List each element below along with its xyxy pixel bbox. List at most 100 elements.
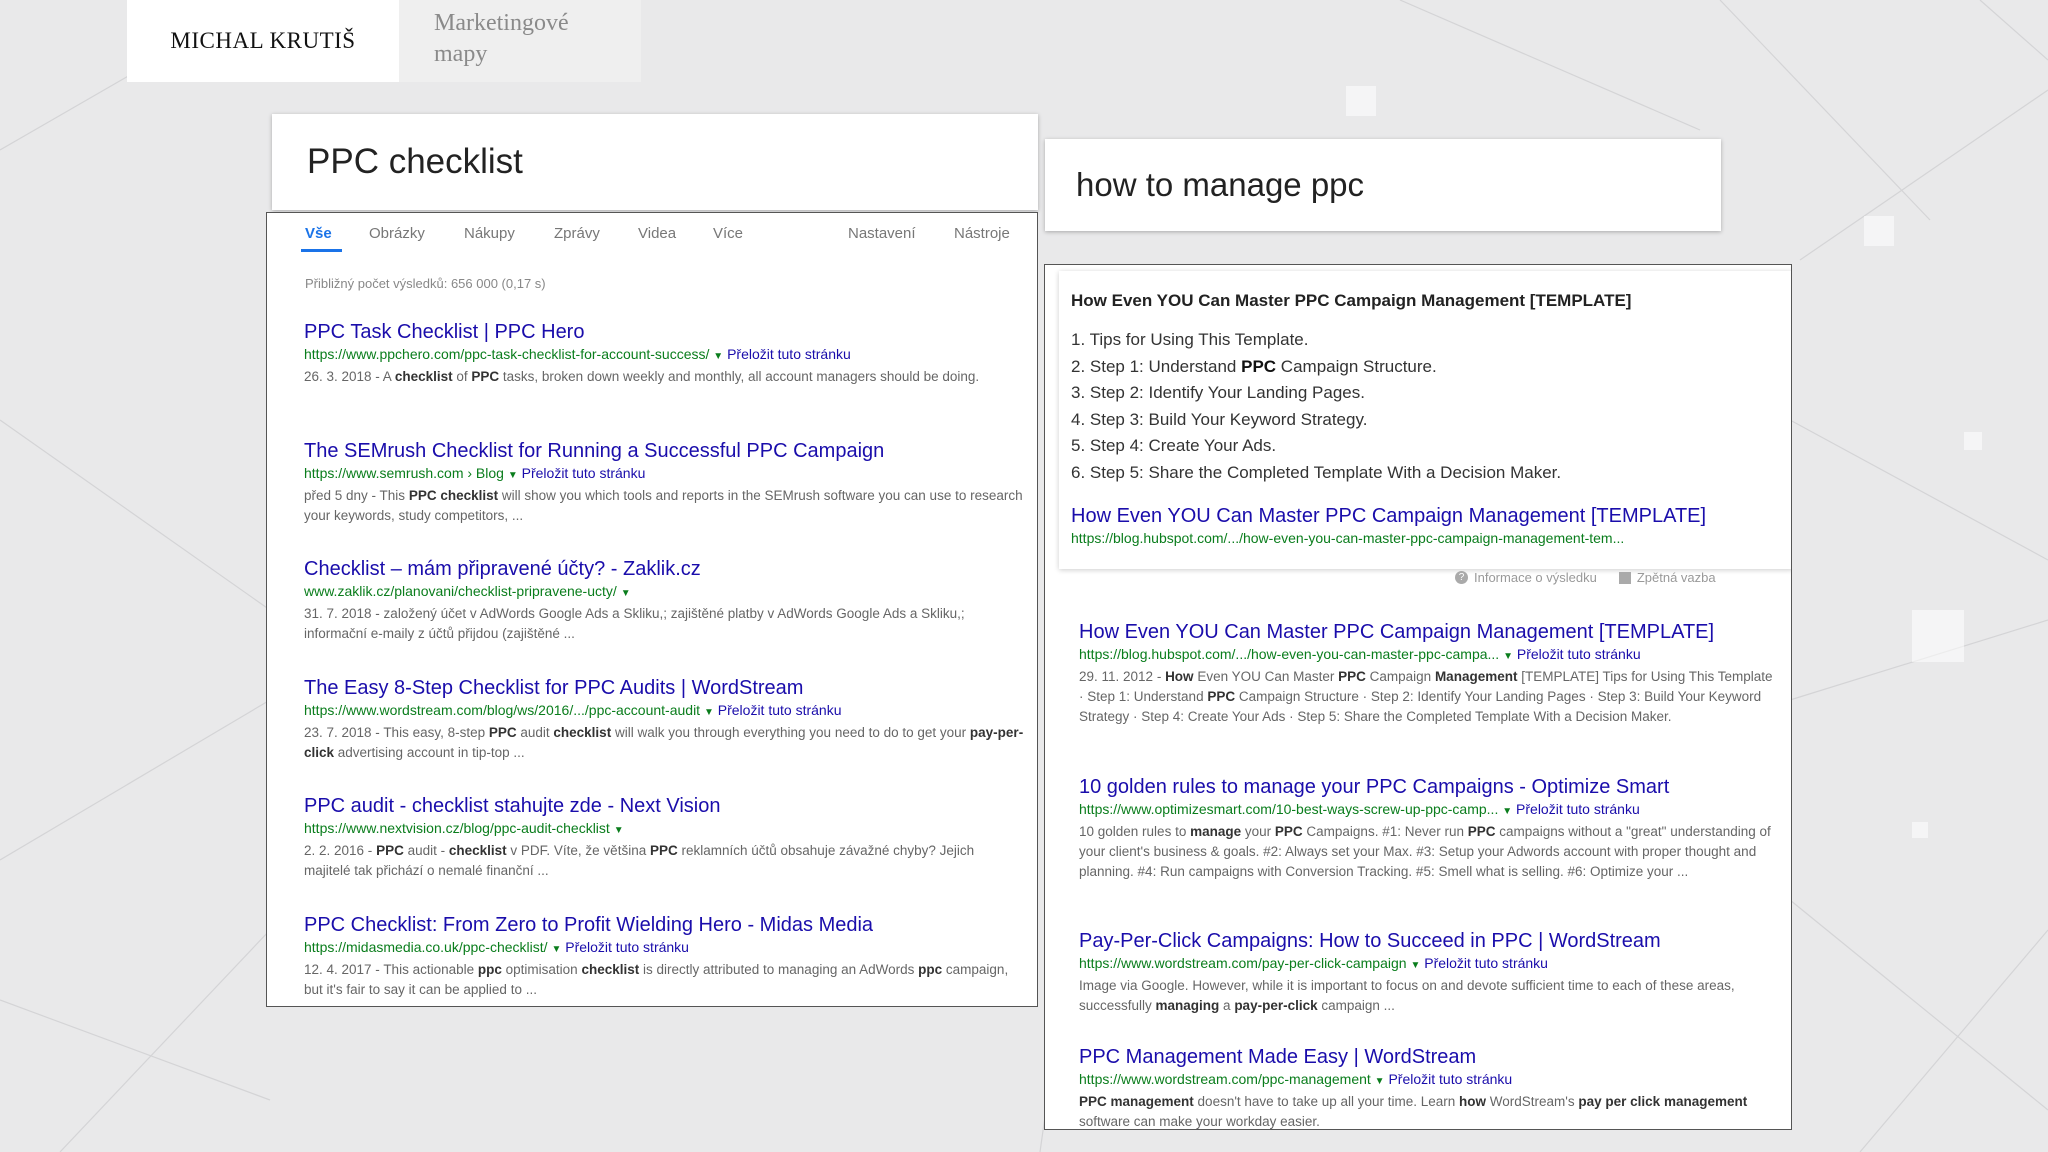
result-url[interactable]: www.zaklik.cz/planovani/checklist-pripra… xyxy=(304,583,617,599)
dropdown-arrow-icon[interactable]: ▼ xyxy=(1503,651,1513,662)
feedback-link[interactable]: Zpětná vazba xyxy=(1637,570,1716,585)
search-result: PPC Checklist: From Zero to Profit Wield… xyxy=(304,913,1024,1000)
section-tab[interactable]: Marketingové mapy xyxy=(399,0,641,82)
help-icon: ? xyxy=(1455,571,1468,585)
tab-shopping[interactable]: Nákupy xyxy=(464,225,515,242)
tab-all[interactable]: Vše xyxy=(301,225,342,252)
right-search-query: how to manage ppc xyxy=(1076,166,1365,203)
result-url[interactable]: https://www.wordstream.com/ppc-managemen… xyxy=(1079,1071,1371,1087)
result-title[interactable]: PPC Checklist: From Zero to Profit Wield… xyxy=(304,913,1024,937)
translate-link[interactable]: Přeložit tuto stránku xyxy=(1424,955,1548,971)
result-url[interactable]: https://www.semrush.com › Blog xyxy=(304,465,504,481)
tab-settings[interactable]: Nastavení xyxy=(848,225,916,242)
snippet-step: 3. Step 2: Identify Your Landing Pages. xyxy=(1071,383,1365,402)
result-snippet: PPC management doesn't have to take up a… xyxy=(1079,1094,1748,1129)
tab-images[interactable]: Obrázky xyxy=(369,225,425,242)
result-snippet: 2. 2. 2016 - PPC audit - checklist v PDF… xyxy=(304,843,975,878)
featured-snippet-url[interactable]: https://blog.hubspot.com/.../how-even-yo… xyxy=(1071,530,1791,546)
search-result: The SEMrush Checklist for Running a Succ… xyxy=(304,439,1024,526)
result-url-row: https://www.optimizesmart.com/10-best-wa… xyxy=(1079,799,1779,822)
dropdown-arrow-icon[interactable]: ▼ xyxy=(1410,960,1420,971)
snippet-feedback-bar: ? Informace o výsledku Zpětná vazba xyxy=(1455,569,1716,585)
tab-tools[interactable]: Nástroje xyxy=(954,225,1010,242)
result-url-row: https://www.wordstream.com/blog/ws/2016/… xyxy=(304,700,1024,723)
result-snippet: 10 golden rules to manage your PPC Campa… xyxy=(1079,824,1771,879)
dropdown-arrow-icon[interactable]: ▼ xyxy=(614,825,624,836)
author-name: MICHAL KRUTIŠ xyxy=(170,28,356,53)
result-snippet: Image via Google. However, while it is i… xyxy=(1079,978,1735,1013)
tab-videos[interactable]: Videa xyxy=(638,225,676,242)
search-result: PPC audit - checklist stahujte zde - Nex… xyxy=(304,794,1024,881)
right-results-panel: How Even YOU Can Master PPC Campaign Man… xyxy=(1044,264,1792,1130)
translate-link[interactable]: Přeložit tuto stránku xyxy=(565,939,689,955)
dropdown-arrow-icon[interactable]: ▼ xyxy=(713,351,723,362)
left-results-panel: Vše Obrázky Nákupy Zprávy Videa Více Nas… xyxy=(266,212,1038,1007)
flag-icon xyxy=(1618,571,1631,584)
search-result: 10 golden rules to manage your PPC Campa… xyxy=(1079,775,1779,882)
tab-news[interactable]: Zprávy xyxy=(554,225,600,242)
result-title[interactable]: The Easy 8-Step Checklist for PPC Audits… xyxy=(304,676,1024,700)
dropdown-arrow-icon[interactable]: ▼ xyxy=(1502,806,1512,817)
result-url-row: www.zaklik.cz/planovani/checklist-pripra… xyxy=(304,581,1024,604)
left-search-query: PPC checklist xyxy=(307,142,523,181)
result-url-row: https://www.wordstream.com/ppc-managemen… xyxy=(1079,1069,1779,1092)
snippet-step: 5. Step 4: Create Your Ads. xyxy=(1071,436,1277,455)
result-url-row: https://www.wordstream.com/pay-per-click… xyxy=(1079,953,1779,976)
result-snippet: před 5 dny - This PPC checklist will sho… xyxy=(304,488,1023,523)
result-url-row: https://www.nextvision.cz/blog/ppc-audit… xyxy=(304,818,1024,841)
search-result: Checklist – mám připravené účty? - Zakli… xyxy=(304,557,1024,644)
dropdown-arrow-icon[interactable]: ▼ xyxy=(704,707,714,718)
translate-link[interactable]: Přeložit tuto stránku xyxy=(1388,1071,1512,1087)
result-info-link[interactable]: Informace o výsledku xyxy=(1474,570,1597,585)
result-title[interactable]: 10 golden rules to manage your PPC Campa… xyxy=(1079,775,1779,799)
dropdown-arrow-icon[interactable]: ▼ xyxy=(508,470,518,481)
result-snippet: 23. 7. 2018 - This easy, 8-step PPC audi… xyxy=(304,725,1024,760)
author-tab[interactable]: MICHAL KRUTIŠ xyxy=(127,0,399,82)
tab-more[interactable]: Více xyxy=(713,225,743,242)
snippet-step: 6. Step 5: Share the Completed Template … xyxy=(1071,462,1562,482)
result-url[interactable]: https://www.wordstream.com/pay-per-click… xyxy=(1079,955,1407,971)
search-result: PPC Management Made Easy | WordStream htt… xyxy=(1079,1045,1779,1129)
result-url-row: https://midasmedia.co.uk/ppc-checklist/ … xyxy=(304,937,1024,960)
search-result: How Even YOU Can Master PPC Campaign Man… xyxy=(1079,620,1779,727)
left-search-query-box[interactable]: PPC checklist xyxy=(272,114,1038,210)
translate-link[interactable]: Přeložit tuto stránku xyxy=(1516,801,1640,817)
search-result: PPC Task Checklist | PPC Hero https://www… xyxy=(304,320,1024,387)
translate-link[interactable]: Přeložit tuto stránku xyxy=(522,465,646,481)
result-url[interactable]: https://www.optimizesmart.com/10-best-wa… xyxy=(1079,801,1498,817)
result-title[interactable]: PPC Task Checklist | PPC Hero xyxy=(304,320,1024,344)
featured-snippet-link[interactable]: How Even YOU Can Master PPC Campaign Man… xyxy=(1071,505,1791,528)
result-title[interactable]: Pay-Per-Click Campaigns: How to Succeed … xyxy=(1079,929,1779,953)
result-title[interactable]: How Even YOU Can Master PPC Campaign Man… xyxy=(1079,620,1779,644)
section-title: Marketingové mapy xyxy=(434,10,569,67)
left-search-tabs: Vše Obrázky Nákupy Zprávy Videa Více Nas… xyxy=(267,213,1037,253)
translate-link[interactable]: Přeložit tuto stránku xyxy=(718,702,842,718)
result-title[interactable]: The SEMrush Checklist for Running a Succ… xyxy=(304,439,1024,463)
translate-link[interactable]: Přeložit tuto stránku xyxy=(1517,646,1641,662)
featured-snippet-title: How Even YOU Can Master PPC Campaign Man… xyxy=(1071,291,1632,310)
result-url[interactable]: https://www.nextvision.cz/blog/ppc-audit… xyxy=(304,820,610,836)
featured-snippet: How Even YOU Can Master PPC Campaign Man… xyxy=(1059,271,1791,569)
result-title[interactable]: PPC audit - checklist stahujte zde - Nex… xyxy=(304,794,1024,818)
right-search-query-box[interactable]: how to manage ppc xyxy=(1045,139,1721,231)
result-stats: Přibližný počet výsledků: 656 000 (0,17 … xyxy=(305,276,546,291)
dropdown-arrow-icon[interactable]: ▼ xyxy=(1375,1076,1385,1087)
result-snippet: 26. 3. 2018 - A checklist of PPC tasks, … xyxy=(304,369,980,384)
result-url[interactable]: https://blog.hubspot.com/.../how-even-yo… xyxy=(1079,646,1499,662)
search-result: Pay-Per-Click Campaigns: How to Succeed … xyxy=(1079,929,1779,1016)
result-url[interactable]: https://www.wordstream.com/blog/ws/2016/… xyxy=(304,702,700,718)
featured-snippet-list: 1. Tips for Using This Template. 2. Step… xyxy=(1071,327,1791,486)
result-title[interactable]: PPC Management Made Easy | WordStream xyxy=(1079,1045,1779,1069)
snippet-step: 1. Tips for Using This Template. xyxy=(1071,330,1309,349)
result-url[interactable]: https://www.ppchero.com/ppc-task-checkli… xyxy=(304,346,709,362)
result-url[interactable]: https://midasmedia.co.uk/ppc-checklist/ xyxy=(304,939,548,955)
dropdown-arrow-icon[interactable]: ▼ xyxy=(551,944,561,955)
result-snippet: 31. 7. 2018 - založený účet v AdWords Go… xyxy=(304,606,965,641)
result-snippet: 29. 11. 2012 - How Even YOU Can Master P… xyxy=(1079,669,1773,724)
translate-link[interactable]: Přeložit tuto stránku xyxy=(727,346,851,362)
snippet-step: 4. Step 3: Build Your Keyword Strategy. xyxy=(1071,409,1368,429)
result-snippet: 12. 4. 2017 - This actionable ppc optimi… xyxy=(304,962,1009,997)
dropdown-arrow-icon[interactable]: ▼ xyxy=(621,588,631,599)
result-url-row: https://blog.hubspot.com/.../how-even-yo… xyxy=(1079,644,1779,667)
result-title[interactable]: Checklist – mám připravené účty? - Zakli… xyxy=(304,557,1024,581)
